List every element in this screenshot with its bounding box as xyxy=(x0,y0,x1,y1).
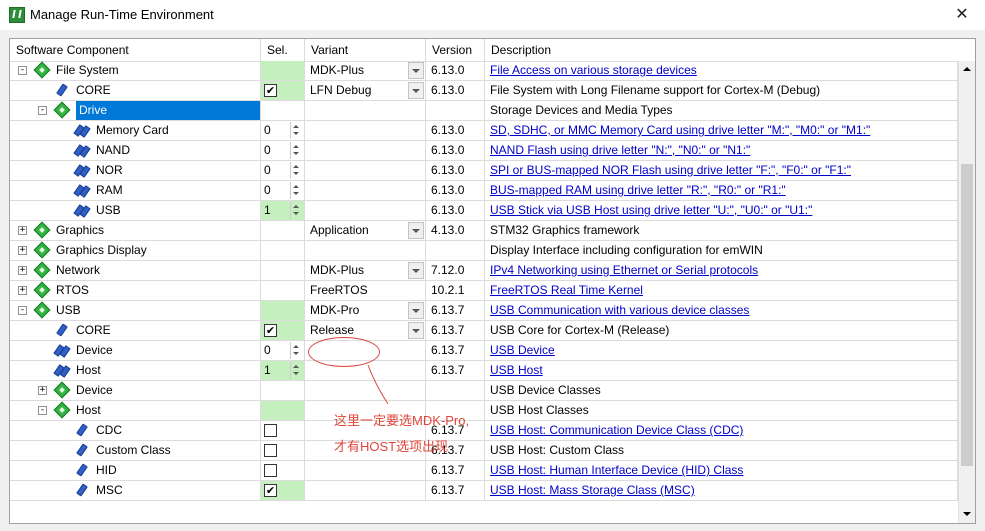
annotation-arrow xyxy=(367,364,389,405)
window-title: Manage Run-Time Environment xyxy=(30,7,214,22)
close-button[interactable]: ✕ xyxy=(939,0,985,30)
title-bar: Manage Run-Time Environment ✕ xyxy=(0,0,985,30)
component-tree-grid: Software Component Sel. Variant Version … xyxy=(9,38,976,524)
annotation-text: 这里一定要选MDK-Pro,才有HOST选项出现 xyxy=(334,413,470,454)
app-icon xyxy=(9,7,25,23)
